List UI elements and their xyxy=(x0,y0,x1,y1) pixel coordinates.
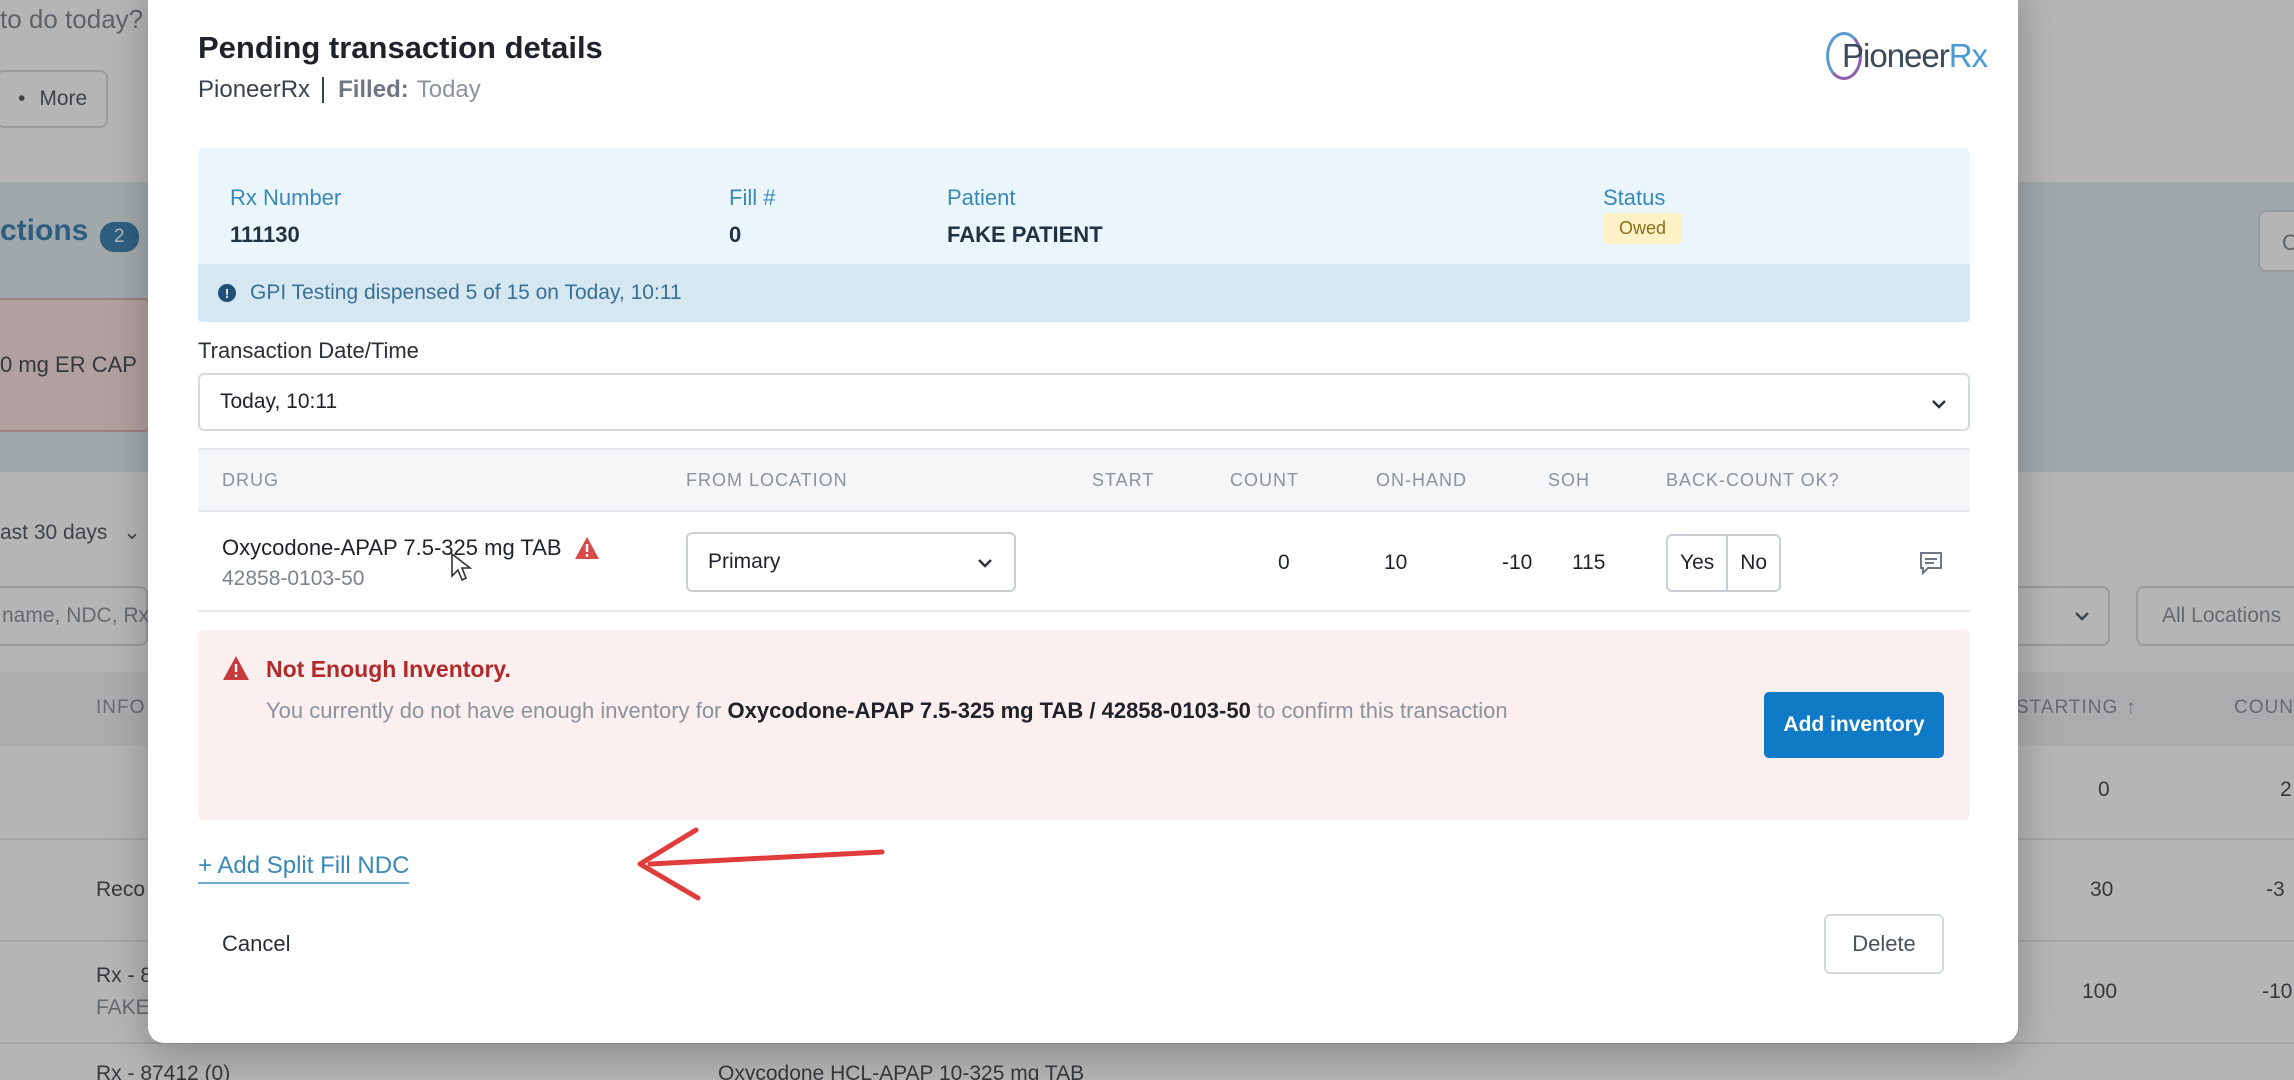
count-value: 10 xyxy=(1384,551,1408,574)
modal-title: Pending transaction details xyxy=(198,30,603,65)
warning-icon xyxy=(223,656,249,680)
logo-word-pioneer: Pioneer xyxy=(1842,37,1950,74)
subtitle-divider xyxy=(322,77,325,103)
transaction-datetime-value: Today, 10:11 xyxy=(220,390,338,413)
patient-label: Patient xyxy=(947,185,1016,210)
mouse-cursor-icon xyxy=(451,552,472,582)
red-arrow-annotation xyxy=(637,827,885,901)
delete-button[interactable]: Delete xyxy=(1824,914,1944,974)
info-icon: ! xyxy=(218,284,236,302)
rx-number-label: Rx Number xyxy=(230,185,342,210)
drug-column-header: DRUG xyxy=(222,470,279,490)
status-badge: Owed xyxy=(1603,213,1683,244)
patient-value: FAKE PATIENT xyxy=(947,222,1103,247)
source-label: PioneerRx xyxy=(198,76,311,103)
dispense-note-text: GPI Testing dispensed 5 of 15 on Today, … xyxy=(250,281,682,304)
rx-number-value: 111130 xyxy=(230,222,300,247)
logo-text: PioneerRx xyxy=(1842,37,1988,75)
fill-number-value: 0 xyxy=(729,222,742,247)
add-split-fill-ndc-link[interactable]: + Add Split Fill NDC xyxy=(198,852,410,884)
start-value: 0 xyxy=(1278,551,1290,574)
drug-ndc: 42858-0103-50 xyxy=(222,567,365,590)
filled-label: Filled: xyxy=(338,76,409,103)
dispense-note: ! GPI Testing dispensed 5 of 15 on Today… xyxy=(198,264,1970,322)
alert-message-drug: Oxycodone-APAP 7.5-325 mg TAB / 42858-01… xyxy=(727,698,1251,723)
drug-name-text: Oxycodone-APAP 7.5-325 mg TAB xyxy=(222,535,562,560)
back-count-no-button[interactable]: No xyxy=(1728,536,1779,590)
back-count-toggle: Yes No xyxy=(1666,534,1782,592)
alert-message-prefix: You currently do not have enough invento… xyxy=(266,698,728,723)
on-hand-column-header: ON-HAND xyxy=(1376,470,1467,490)
soh-column-header: SOH xyxy=(1548,470,1591,490)
from-location-select[interactable]: Primary xyxy=(686,532,1016,592)
modal-subtitle: PioneerRx Filled: Today xyxy=(198,76,481,104)
on-hand-value: -10 xyxy=(1502,551,1533,574)
alert-message-suffix: to confirm this transaction xyxy=(1250,698,1508,723)
fill-number-label: Fill # xyxy=(729,185,776,210)
from-location-value: Primary xyxy=(708,550,781,573)
add-inventory-button[interactable]: Add inventory xyxy=(1764,692,1944,758)
back-count-column-header: BACK-COUNT OK? xyxy=(1666,470,1840,490)
filled-value: Today xyxy=(416,76,481,103)
pioneerrx-logo: PioneerRx xyxy=(1826,32,1988,80)
chevron-down-icon xyxy=(978,559,992,568)
comment-icon[interactable] xyxy=(1918,550,1944,576)
cancel-button[interactable]: Cancel xyxy=(222,931,290,957)
pending-transaction-modal: Pending transaction details PioneerRx Fi… xyxy=(148,0,2018,1043)
transaction-datetime-select[interactable]: Today, 10:11 xyxy=(198,373,1970,431)
start-column-header: START xyxy=(1092,470,1155,490)
chevron-down-icon xyxy=(1932,400,1946,409)
count-column-header: COUNT xyxy=(1230,470,1299,490)
drug-name: Oxycodone-APAP 7.5-325 mg TAB xyxy=(222,535,600,561)
warning-icon xyxy=(574,537,599,559)
alert-message: You currently do not have enough invento… xyxy=(266,694,1508,728)
status-label: Status xyxy=(1603,185,1666,210)
soh-value: 115 xyxy=(1572,551,1606,574)
alert-title: Not Enough Inventory. xyxy=(266,656,511,682)
transaction-datetime-label: Transaction Date/Time xyxy=(198,338,419,363)
logo-word-rx: Rx xyxy=(1948,37,1988,74)
from-location-column-header: FROM LOCATION xyxy=(686,470,848,490)
back-count-yes-button[interactable]: Yes xyxy=(1668,536,1729,590)
row-divider xyxy=(198,610,1970,612)
